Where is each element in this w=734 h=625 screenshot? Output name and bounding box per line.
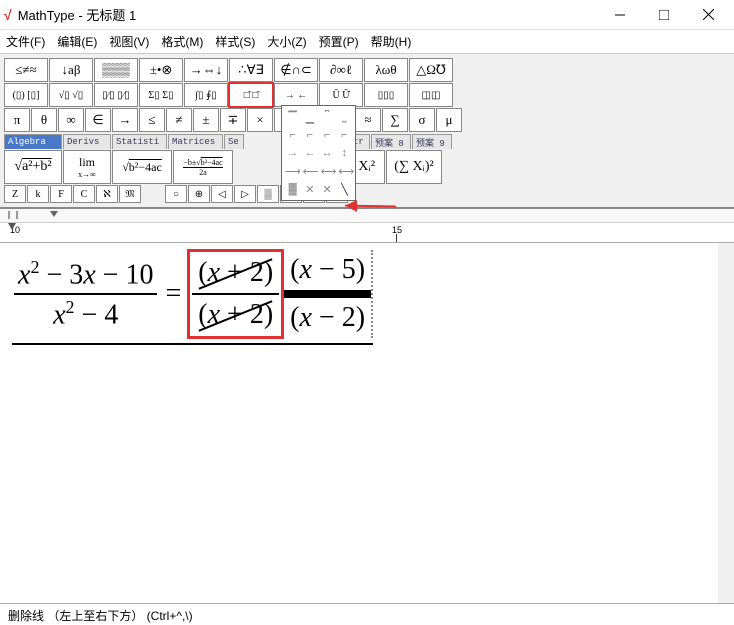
- quick-symbol-3[interactable]: ∈: [85, 108, 111, 132]
- indent-marker-icon[interactable]: [50, 211, 58, 217]
- window-controls: [598, 1, 730, 29]
- integral-templates-button[interactable]: ∫▯ ∮▯: [184, 83, 228, 107]
- menu-edit[interactable]: 编辑(E): [57, 33, 97, 50]
- tab-预案 8[interactable]: 预案 8: [371, 134, 411, 149]
- fraction-templates-button[interactable]: ▯⁄▯ ▯⁄▯: [94, 83, 138, 107]
- lhs-numerator: x2 − 3x − 10: [14, 255, 157, 293]
- style-f[interactable]: F: [50, 185, 72, 203]
- box-templates-button[interactable]: ◫◫: [409, 83, 453, 107]
- tab-algebra[interactable]: Algebra: [4, 134, 62, 149]
- equation: x2 − 3x − 10 x2 − 4 = (x + 2) (x + 2) (x…: [12, 249, 373, 345]
- quick-symbol-1[interactable]: θ: [31, 108, 57, 132]
- operator-symbols-button[interactable]: ±•⊗: [139, 58, 183, 82]
- tab-statisti[interactable]: Statisti: [112, 134, 167, 149]
- status-text: 删除线 （左上至右下方） (Ctrl+^,\): [8, 609, 193, 623]
- preset-expressions: √a²+b² limx→∞ √b²−4ac −b±√b²−4ac2a 1k ∑ …: [4, 150, 730, 184]
- status-bar: 删除线 （左上至右下方） (Ctrl+^,\): [0, 603, 734, 625]
- tab-matrices[interactable]: Matrices: [168, 134, 223, 149]
- rhs-den-rest: (x − 2): [284, 298, 371, 338]
- equation-canvas[interactable]: x2 − 3x − 10 x2 − 4 = (x + 2) (x + 2) (x…: [0, 243, 734, 603]
- symbol-toolbar-row-1: ≤≠≈ ↓aβ ▒▒▒ ±•⊗ →⇔↓ ∴∀∃ ∉∩⊂ ∂∞ℓ λωθ △Ω℧: [4, 58, 730, 82]
- grip-icon[interactable]: [8, 211, 18, 219]
- rhs-num-cancel: (x + 2): [192, 253, 279, 293]
- lhs-fraction: x2 − 3x − 10 x2 − 4: [14, 255, 157, 334]
- style-n[interactable]: ℵ: [96, 185, 118, 203]
- quick-symbol-15[interactable]: σ: [409, 108, 435, 132]
- preset-sqrt-sum-squares[interactable]: √a²+b²: [4, 150, 62, 184]
- logic-symbols-button[interactable]: ∴∀∃: [229, 58, 273, 82]
- quick-symbol-5[interactable]: ≤: [139, 108, 165, 132]
- style-tri-right[interactable]: ▷: [234, 185, 256, 203]
- sum-templates-button[interactable]: Σ▯ Σ▯: [139, 83, 183, 107]
- preset-paren-sum-sq[interactable]: (∑ Xᵢ)²: [386, 150, 442, 184]
- title-bar: √ MathType - 无标题 1: [0, 0, 734, 30]
- quick-symbol-13[interactable]: ≈: [355, 108, 381, 132]
- rhs-den-cancel: (x + 2): [192, 295, 279, 335]
- menu-file[interactable]: 文件(F): [6, 33, 45, 50]
- template-toolbar-row-2: (▯) [▯] √▯ √▯ ▯⁄▯ ▯⁄▯ Σ▯ Σ▯ ∫▯ ∮▯ □̄ □̄ …: [4, 83, 730, 107]
- maximize-button[interactable]: [642, 1, 686, 29]
- misc-symbols-button[interactable]: ∂∞ℓ: [319, 58, 363, 82]
- matrix-templates-button[interactable]: ▯▯▯: [364, 83, 408, 107]
- menu-style[interactable]: 样式(S): [215, 33, 255, 50]
- style-dd1[interactable]: ▓: [257, 185, 279, 203]
- rhs-num-rest: (x − 5): [284, 250, 371, 290]
- window-title: MathType - 无标题 1: [18, 5, 598, 24]
- quick-symbol-6[interactable]: ≠: [166, 108, 192, 132]
- style-k[interactable]: k: [27, 185, 49, 203]
- tab-se[interactable]: Se: [224, 134, 244, 149]
- app-icon: √: [4, 7, 12, 23]
- lhs-denominator: x2 − 4: [49, 295, 122, 333]
- style-m[interactable]: 𝔐: [119, 185, 141, 203]
- quick-symbol-7[interactable]: ±: [193, 108, 219, 132]
- equals-sign: =: [165, 278, 181, 310]
- tab-derivs[interactable]: Derivs: [63, 134, 111, 149]
- set-theory-button[interactable]: ∉∩⊂: [274, 58, 318, 82]
- close-button[interactable]: [686, 1, 730, 29]
- bar-templates-dropdown[interactable]: ▔▁⎴⎵ ⌐⌐⌐⌐ →←↔↕ ⟶⟵⟷⟷ ▓✕✕╲: [281, 105, 356, 201]
- quick-symbol-14[interactable]: ∑: [382, 108, 408, 132]
- radical-templates-button[interactable]: √▯ √▯: [49, 83, 93, 107]
- style-oplus[interactable]: ⊕: [188, 185, 210, 203]
- style-circle[interactable]: ○: [165, 185, 187, 203]
- quick-symbols-row: πθ∞∈→≤≠±∓×÷≡≅≈∑σμ: [4, 108, 730, 132]
- menu-size[interactable]: 大小(Z): [267, 33, 306, 50]
- style-tri-left[interactable]: ◁: [211, 185, 233, 203]
- minimize-button[interactable]: [598, 1, 642, 29]
- menu-preset[interactable]: 预置(P): [319, 33, 359, 50]
- rhs-remainder: (x − 5) (x − 2): [284, 250, 373, 338]
- menu-bar: 文件(F) 编辑(E) 视图(V) 格式(M) 样式(S) 大小(Z) 预置(P…: [0, 30, 734, 54]
- preset-limit[interactable]: limx→∞: [63, 150, 111, 184]
- quick-symbol-4[interactable]: →: [112, 108, 138, 132]
- quick-symbol-2[interactable]: ∞: [58, 108, 84, 132]
- menu-view[interactable]: 视图(V): [109, 33, 149, 50]
- quick-symbol-16[interactable]: μ: [436, 108, 462, 132]
- tab-预案 9[interactable]: 预案 9: [412, 134, 452, 149]
- preset-tabs: AlgebraDerivsStatistiMatricesSeGeometr预案…: [4, 134, 730, 149]
- ruler-tab-stop[interactable]: [8, 223, 16, 230]
- greek-uppercase-button[interactable]: △Ω℧: [409, 58, 453, 82]
- greek-lowercase-button[interactable]: λωθ: [364, 58, 408, 82]
- quick-symbol-8[interactable]: ∓: [220, 108, 246, 132]
- bar-templates-button[interactable]: □̄ □̄: [229, 83, 273, 107]
- arrow-symbols-button[interactable]: →⇔↓: [184, 58, 228, 82]
- preset-discriminant[interactable]: √b²−4ac: [112, 150, 172, 184]
- preset-quadratic[interactable]: −b±√b²−4ac2a: [173, 150, 233, 184]
- accent-templates-button[interactable]: Ū Ū̇: [319, 83, 363, 107]
- spaces-button[interactable]: ↓aβ: [49, 58, 93, 82]
- style-z[interactable]: Z: [4, 185, 26, 203]
- embellishments-button[interactable]: ▒▒▒: [94, 58, 138, 82]
- highlighted-cancel-box: (x + 2) (x + 2): [187, 249, 284, 339]
- relational-symbols-button[interactable]: ≤≠≈: [4, 58, 48, 82]
- quick-symbol-0[interactable]: π: [4, 108, 30, 132]
- menu-format[interactable]: 格式(M): [161, 33, 203, 50]
- style-c[interactable]: C: [73, 185, 95, 203]
- quick-symbol-9[interactable]: ×: [247, 108, 273, 132]
- menu-help[interactable]: 帮助(H): [371, 33, 412, 50]
- fence-templates-button[interactable]: (▯) [▯]: [4, 83, 48, 107]
- toolbar-area: ≤≠≈ ↓aβ ▒▒▒ ±•⊗ →⇔↓ ∴∀∃ ∉∩⊂ ∂∞ℓ λωθ △Ω℧ …: [0, 54, 734, 209]
- arrow-templates-button[interactable]: → ←: [274, 83, 318, 107]
